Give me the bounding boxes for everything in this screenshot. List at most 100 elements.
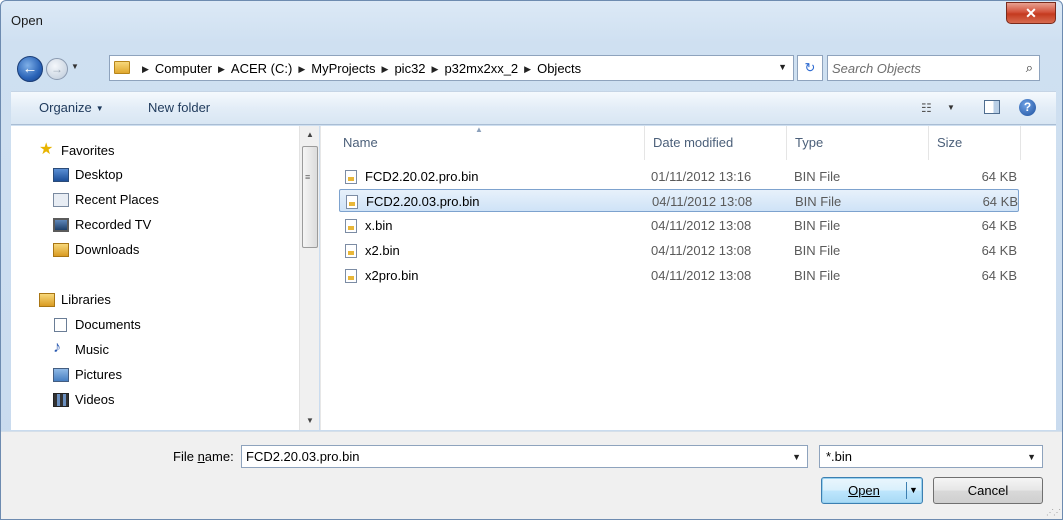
breadcrumb-pic32[interactable]: pic32 xyxy=(394,61,425,76)
videos-icon xyxy=(53,393,69,407)
tv-icon xyxy=(53,218,69,232)
nav-favorites-label: Favorites xyxy=(61,143,115,158)
file-row[interactable]: x.bin 04/11/2012 13:08 BIN File 64 KB xyxy=(339,214,1019,237)
window-title: Open xyxy=(11,13,43,28)
file-name: FCD2.20.03.pro.bin xyxy=(366,194,480,209)
organize-button[interactable]: Organize ▼ xyxy=(39,100,104,115)
breadcrumb: ▶ Computer ▶ ACER (C:) ▶ MyProjects ▶ pic32 ▶ p32… xyxy=(136,61,581,76)
scrollbar-thumb[interactable] xyxy=(302,146,318,248)
open-button[interactable]: Open ▼ xyxy=(821,477,923,504)
address-row: ← → ▼ ▶ Computer ▶ ACER (C:) ▶ MyProjects ▶ pic… xyxy=(11,55,1056,82)
open-options-dropdown-icon[interactable]: ▼ xyxy=(909,478,918,503)
downloads-folder-icon xyxy=(53,243,69,257)
breadcrumb-p32mx2xx-2[interactable]: p32mx2xx_2 xyxy=(444,61,518,76)
file-size: 64 KB xyxy=(981,268,1017,283)
scrollbar-grip-icon: ≡ xyxy=(305,172,311,182)
file-row[interactable]: x2.bin 04/11/2012 13:08 BIN File 64 KB xyxy=(339,239,1019,262)
nav-scrollbar[interactable]: ▲ ≡ ▼ xyxy=(299,126,319,430)
column-name-label: Name xyxy=(343,135,378,150)
column-header-date[interactable]: Date modified xyxy=(645,126,787,160)
preview-pane-icon[interactable] xyxy=(984,100,1000,114)
search-input[interactable] xyxy=(832,59,1012,77)
open-dialog: Open ✕ ← → ▼ ▶ Computer ▶ ACER (C:) ▶ MyProje… xyxy=(0,0,1063,520)
file-size: 64 KB xyxy=(982,194,1018,209)
chevron-down-icon: ▼ xyxy=(95,104,104,113)
file-row[interactable]: FCD2.20.02.pro.bin 01/11/2012 13:16 BIN … xyxy=(339,165,1019,188)
address-bar[interactable]: ▶ Computer ▶ ACER (C:) ▶ MyProjects ▶ pic32 ▶ p32… xyxy=(109,55,794,81)
file-icon xyxy=(345,269,357,283)
title-bar[interactable]: Open ✕ xyxy=(1,1,1062,37)
file-name-input[interactable] xyxy=(246,448,776,465)
file-name-combobox[interactable]: ▼ xyxy=(241,445,808,468)
dialog-footer: File name: ▼ *.bin ▼ Open ▼ Cancel ⋰⋰ xyxy=(1,431,1062,519)
organize-label: Organize xyxy=(39,100,92,115)
file-size: 64 KB xyxy=(981,243,1017,258)
nav-item-label: Music xyxy=(75,342,109,357)
help-icon[interactable]: ? xyxy=(1019,99,1036,116)
column-header-size[interactable]: Size xyxy=(929,126,1021,160)
nav-item-label: Desktop xyxy=(75,167,123,182)
breadcrumb-myprojects[interactable]: MyProjects xyxy=(311,61,375,76)
file-type-value: *.bin xyxy=(826,449,853,464)
breadcrumb-computer[interactable]: Computer xyxy=(155,61,212,76)
file-list: Name ▲ Date modified Type Size FCD2.20.0… xyxy=(320,125,1056,430)
scroll-up-icon[interactable]: ▲ xyxy=(306,130,314,139)
file-name-dropdown-icon[interactable]: ▼ xyxy=(792,452,801,462)
address-dropdown-icon[interactable]: ▼ xyxy=(778,62,787,72)
breadcrumb-separator-icon[interactable]: ▶ xyxy=(382,64,389,75)
command-bar: Organize ▼ New folder ☷ ▼ ? xyxy=(11,91,1056,125)
view-dropdown-icon[interactable]: ▼ xyxy=(947,103,955,112)
file-type: BIN File xyxy=(794,218,841,233)
resize-grip-icon[interactable]: ⋰⋰ xyxy=(1046,508,1061,517)
file-name: x2pro.bin xyxy=(365,268,419,283)
cancel-button[interactable]: Cancel xyxy=(933,477,1043,504)
forward-arrow-icon: → xyxy=(51,62,63,76)
recent-locations-dropdown[interactable]: ▼ xyxy=(71,62,81,72)
column-header-type[interactable]: Type xyxy=(787,126,929,160)
file-row[interactable]: x2pro.bin 04/11/2012 13:08 BIN File 64 K… xyxy=(339,264,1019,287)
breadcrumb-acer-c[interactable]: ACER (C:) xyxy=(231,61,292,76)
close-button[interactable]: ✕ xyxy=(1006,2,1056,24)
file-name-label: File name: xyxy=(173,449,234,464)
open-button-label: Open xyxy=(848,483,880,498)
libraries-icon xyxy=(39,293,55,307)
breadcrumb-separator-icon[interactable]: ▶ xyxy=(524,64,531,75)
breadcrumb-separator-icon[interactable]: ▶ xyxy=(142,64,149,75)
new-folder-button[interactable]: New folder xyxy=(148,100,210,115)
file-type-select[interactable]: *.bin ▼ xyxy=(819,445,1043,468)
nav-libraries-label: Libraries xyxy=(61,292,111,307)
breadcrumb-separator-icon[interactable]: ▶ xyxy=(298,64,305,75)
file-icon xyxy=(345,219,357,233)
column-header-name[interactable]: Name ▲ xyxy=(335,125,645,160)
scroll-down-icon[interactable]: ▼ xyxy=(306,416,314,425)
recent-places-icon xyxy=(53,193,69,207)
breadcrumb-separator-icon[interactable]: ▶ xyxy=(218,64,225,75)
forward-button[interactable]: → xyxy=(46,58,68,80)
file-row-selected[interactable]: FCD2.20.03.pro.bin 04/11/2012 13:08 BIN … xyxy=(339,189,1019,212)
documents-icon xyxy=(54,318,67,332)
file-icon xyxy=(345,170,357,184)
search-icon[interactable]: ⌕ xyxy=(1026,60,1033,76)
file-type: BIN File xyxy=(794,169,841,184)
breadcrumb-separator-icon[interactable]: ▶ xyxy=(432,64,439,75)
nav-item-label: Downloads xyxy=(75,242,140,257)
file-date: 04/11/2012 13:08 xyxy=(651,268,752,283)
file-type: BIN File xyxy=(794,243,841,258)
music-icon: ♪ xyxy=(53,339,61,356)
change-view-icon[interactable]: ☷ xyxy=(921,101,932,115)
file-date: 04/11/2012 13:08 xyxy=(652,194,753,209)
search-box[interactable]: ⌕ xyxy=(827,55,1040,81)
nav-item-label: Documents xyxy=(75,317,141,332)
refresh-button[interactable]: ↻ xyxy=(797,55,823,81)
file-type: BIN File xyxy=(794,268,841,283)
breadcrumb-objects[interactable]: Objects xyxy=(537,61,581,76)
file-date: 04/11/2012 13:08 xyxy=(651,243,752,258)
sort-ascending-icon: ▲ xyxy=(475,125,483,134)
desktop-icon xyxy=(53,168,69,182)
back-button[interactable]: ← xyxy=(17,56,43,82)
folder-icon xyxy=(114,61,130,74)
file-type-dropdown-icon[interactable]: ▼ xyxy=(1027,452,1036,462)
nav-item-label: Videos xyxy=(75,392,115,407)
file-name: FCD2.20.02.pro.bin xyxy=(365,169,479,184)
file-size: 64 KB xyxy=(981,218,1017,233)
